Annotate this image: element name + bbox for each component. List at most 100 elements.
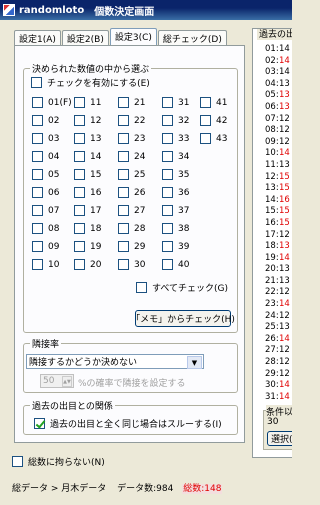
number-checkbox[interactable] bbox=[200, 115, 211, 126]
number-cell[interactable]: 20 bbox=[74, 259, 101, 270]
number-cell[interactable]: 21 bbox=[118, 97, 145, 108]
number-cell[interactable]: 15 bbox=[74, 169, 101, 180]
number-cell[interactable]: 08 bbox=[32, 223, 59, 234]
number-cell[interactable]: 42 bbox=[200, 115, 227, 126]
number-cell[interactable]: 40 bbox=[162, 259, 189, 270]
tab-total-check[interactable]: 総チェック(D) bbox=[157, 30, 227, 46]
enable-check-row[interactable]: チェックを有効にする(E) bbox=[31, 76, 150, 89]
number-checkbox[interactable] bbox=[118, 259, 129, 270]
number-cell[interactable]: 01(F) bbox=[32, 97, 72, 108]
number-cell[interactable]: 07 bbox=[32, 205, 59, 216]
number-checkbox[interactable] bbox=[32, 205, 43, 216]
number-checkbox[interactable] bbox=[74, 151, 85, 162]
number-cell[interactable]: 28 bbox=[118, 223, 145, 234]
number-cell[interactable]: 30 bbox=[118, 259, 145, 270]
number-cell[interactable]: 19 bbox=[74, 241, 101, 252]
no-total-row[interactable]: 総数に拘らない(N) bbox=[12, 455, 105, 468]
number-checkbox[interactable] bbox=[118, 205, 129, 216]
number-checkbox[interactable] bbox=[74, 169, 85, 180]
number-checkbox[interactable] bbox=[32, 187, 43, 198]
tab-settings-3[interactable]: 設定3(C) bbox=[109, 28, 157, 46]
number-cell[interactable]: 24 bbox=[118, 151, 145, 162]
number-checkbox[interactable] bbox=[162, 115, 173, 126]
number-checkbox[interactable] bbox=[200, 97, 211, 108]
number-checkbox[interactable] bbox=[32, 115, 43, 126]
number-cell[interactable]: 39 bbox=[162, 241, 189, 252]
number-cell[interactable]: 31 bbox=[162, 97, 189, 108]
check-all-checkbox[interactable] bbox=[136, 282, 147, 293]
number-cell[interactable]: 22 bbox=[118, 115, 145, 126]
number-cell[interactable]: 34 bbox=[162, 151, 189, 162]
number-checkbox[interactable] bbox=[118, 115, 129, 126]
number-checkbox[interactable] bbox=[32, 133, 43, 144]
number-checkbox[interactable] bbox=[32, 169, 43, 180]
number-checkbox[interactable] bbox=[74, 133, 85, 144]
number-cell[interactable]: 11 bbox=[74, 97, 101, 108]
number-cell[interactable]: 35 bbox=[162, 169, 189, 180]
number-checkbox[interactable] bbox=[118, 223, 129, 234]
number-cell[interactable]: 12 bbox=[74, 115, 101, 126]
number-cell[interactable]: 04 bbox=[32, 151, 59, 162]
number-checkbox[interactable] bbox=[118, 241, 129, 252]
number-checkbox[interactable] bbox=[162, 241, 173, 252]
number-cell[interactable]: 10 bbox=[32, 259, 59, 270]
number-checkbox[interactable] bbox=[118, 97, 129, 108]
number-checkbox[interactable] bbox=[162, 187, 173, 198]
number-checkbox[interactable] bbox=[162, 151, 173, 162]
number-checkbox[interactable] bbox=[162, 133, 173, 144]
number-checkbox[interactable] bbox=[74, 223, 85, 234]
number-checkbox[interactable] bbox=[200, 133, 211, 144]
number-cell[interactable]: 41 bbox=[200, 97, 227, 108]
number-checkbox[interactable] bbox=[162, 169, 173, 180]
check-all-row[interactable]: すべてチェック(G) bbox=[136, 281, 228, 294]
number-checkbox[interactable] bbox=[74, 259, 85, 270]
number-cell[interactable]: 32 bbox=[162, 115, 189, 126]
number-checkbox[interactable] bbox=[118, 133, 129, 144]
number-cell[interactable]: 06 bbox=[32, 187, 59, 198]
number-cell[interactable]: 33 bbox=[162, 133, 189, 144]
select-button[interactable]: 選択( bbox=[267, 431, 292, 446]
number-cell[interactable]: 38 bbox=[162, 223, 189, 234]
number-cell[interactable]: 27 bbox=[118, 205, 145, 216]
number-cell[interactable]: 16 bbox=[74, 187, 101, 198]
number-cell[interactable]: 29 bbox=[118, 241, 145, 252]
number-cell[interactable]: 03 bbox=[32, 133, 59, 144]
number-checkbox[interactable] bbox=[162, 259, 173, 270]
number-checkbox[interactable] bbox=[74, 187, 85, 198]
number-checkbox[interactable] bbox=[74, 115, 85, 126]
number-checkbox[interactable] bbox=[32, 259, 43, 270]
number-cell[interactable]: 09 bbox=[32, 241, 59, 252]
number-cell[interactable]: 26 bbox=[118, 187, 145, 198]
number-checkbox[interactable] bbox=[74, 241, 85, 252]
enable-check-checkbox[interactable] bbox=[31, 77, 42, 88]
number-cell[interactable]: 13 bbox=[74, 133, 101, 144]
skip-same-checkbox[interactable] bbox=[34, 418, 45, 429]
number-cell[interactable]: 17 bbox=[74, 205, 101, 216]
tab-settings-2[interactable]: 設定2(B) bbox=[61, 30, 109, 46]
number-cell[interactable]: 43 bbox=[200, 133, 227, 144]
number-checkbox[interactable] bbox=[162, 223, 173, 234]
number-checkbox[interactable] bbox=[118, 151, 129, 162]
spinner-arrows-icon[interactable]: ▲▼ bbox=[62, 376, 72, 387]
tab-settings-1[interactable]: 設定1(A) bbox=[14, 30, 61, 46]
number-cell[interactable]: 36 bbox=[162, 187, 189, 198]
skip-same-row[interactable]: 過去の出目と全く同じ場合はスルーする(I) bbox=[34, 417, 222, 430]
number-checkbox[interactable] bbox=[162, 97, 173, 108]
number-checkbox[interactable] bbox=[162, 205, 173, 216]
adjacent-select[interactable]: 隣接するかどうか決めない ▼ bbox=[26, 354, 204, 369]
number-cell[interactable]: 05 bbox=[32, 169, 59, 180]
number-checkbox[interactable] bbox=[32, 241, 43, 252]
condition-value[interactable]: 30 bbox=[267, 417, 278, 427]
number-checkbox[interactable] bbox=[74, 97, 85, 108]
number-cell[interactable]: 37 bbox=[162, 205, 189, 216]
number-checkbox[interactable] bbox=[32, 97, 43, 108]
number-cell[interactable]: 02 bbox=[32, 115, 59, 126]
number-checkbox[interactable] bbox=[118, 187, 129, 198]
adjacent-rate-spinner[interactable]: 50 ▲▼ bbox=[40, 374, 74, 388]
number-checkbox[interactable] bbox=[74, 205, 85, 216]
chevron-down-icon[interactable]: ▼ bbox=[187, 356, 202, 369]
number-checkbox[interactable] bbox=[32, 223, 43, 234]
number-cell[interactable]: 23 bbox=[118, 133, 145, 144]
number-checkbox[interactable] bbox=[118, 169, 129, 180]
number-cell[interactable]: 14 bbox=[74, 151, 101, 162]
